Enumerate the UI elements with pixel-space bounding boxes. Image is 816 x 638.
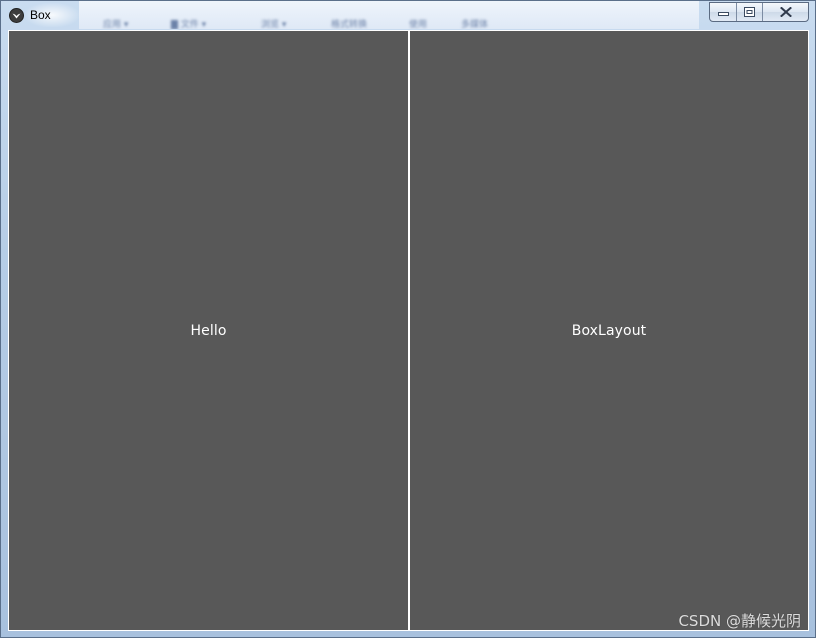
window-title: Box (30, 8, 51, 22)
close-icon (779, 7, 792, 17)
blurred-background-text: ▇ 文件 ▾ (171, 20, 207, 29)
title-bar[interactable]: 应用 ▾ ▇ 文件 ▾ 浏览 ▾ 格式转换 使用 多媒体 Box (1, 1, 815, 29)
blurred-background-text: 应用 ▾ (103, 20, 129, 29)
hello-label: Hello (190, 322, 227, 339)
caption-buttons (709, 2, 809, 22)
maximize-button[interactable] (736, 3, 762, 21)
maximize-icon (744, 7, 755, 17)
boxlayout-label: BoxLayout (571, 322, 647, 339)
minimize-icon (717, 12, 729, 16)
blurred-background-text: 多媒体 (461, 20, 489, 29)
hello-button[interactable]: Hello (9, 31, 408, 630)
blurred-background-text: 格式转换 (331, 20, 368, 29)
kivy-icon[interactable] (9, 8, 24, 23)
title-bar-glass: 应用 ▾ ▇ 文件 ▾ 浏览 ▾ 格式转换 使用 多媒体 (79, 1, 699, 29)
close-button[interactable] (762, 3, 808, 21)
boxlayout-button[interactable]: BoxLayout (410, 31, 808, 630)
blurred-background-text: 浏览 ▾ (261, 20, 287, 29)
watermark: CSDN @静候光阴 (678, 612, 801, 630)
app-window: 应用 ▾ ▇ 文件 ▾ 浏览 ▾ 格式转换 使用 多媒体 Box Hello B… (0, 0, 816, 638)
blurred-background-text: 使用 (409, 20, 428, 29)
box-layout-container: Hello BoxLayout (8, 30, 809, 631)
minimize-button[interactable] (710, 3, 736, 21)
